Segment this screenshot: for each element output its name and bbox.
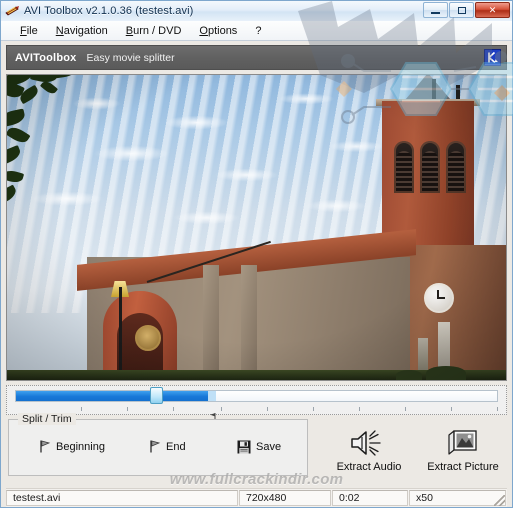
seek-track[interactable] xyxy=(15,390,498,402)
video-preview xyxy=(7,75,506,380)
title-bar: AVI Toolbox v2.1.0.36 (testest.avi) ✕ xyxy=(1,1,512,21)
menu-bar: File Navigation Burn / DVD Options ? xyxy=(1,21,512,41)
menu-item-navigation[interactable]: Navigation xyxy=(47,24,117,38)
close-button[interactable]: ✕ xyxy=(475,2,510,18)
client-area: AVIToolbox Easy movie splitter xyxy=(1,41,512,507)
flag-icon xyxy=(149,440,161,453)
menu-item-options[interactable]: Options xyxy=(190,24,246,38)
header-brand: AVIToolbox xyxy=(15,52,76,64)
beginning-label: Beginning xyxy=(56,441,105,453)
status-bar: testest.avi 720x480 0:02 x50 xyxy=(6,488,507,507)
menu-label-navigation: avigation xyxy=(64,25,108,37)
split-trim-group: Split / Trim Beginning End xyxy=(8,419,308,476)
speaker-icon xyxy=(324,427,414,459)
floppy-disk-icon xyxy=(237,440,251,454)
menu-item-help[interactable]: ? xyxy=(246,24,270,38)
maximize-button[interactable] xyxy=(449,2,474,18)
split-trim-title: Split / Trim xyxy=(18,413,76,425)
menu-label-options: ptions xyxy=(208,25,237,37)
seek-bar-panel xyxy=(6,385,507,415)
window-title: AVI Toolbox v2.1.0.36 (testest.avi) xyxy=(24,5,193,17)
extract-audio-button[interactable]: Extract Audio xyxy=(324,427,414,473)
extract-audio-label: Extract Audio xyxy=(324,461,414,473)
menu-label-burn-dvd: urn / DVD xyxy=(133,25,181,37)
picture-icon xyxy=(418,427,508,459)
seek-selection-tail xyxy=(208,391,215,401)
avi-toolbox-icon xyxy=(5,4,20,18)
header-tagline: Easy movie splitter xyxy=(86,52,174,64)
menu-item-file[interactable]: File xyxy=(11,24,47,38)
save-label: Save xyxy=(256,441,281,453)
status-filename: testest.avi xyxy=(6,490,238,506)
seek-selection-range xyxy=(16,391,208,401)
beginning-button[interactable]: Beginning xyxy=(39,440,105,453)
seek-handle[interactable] xyxy=(150,387,163,404)
extract-picture-button[interactable]: Extract Picture xyxy=(418,427,508,473)
minimize-button[interactable] xyxy=(423,2,448,18)
resize-grip[interactable] xyxy=(494,495,505,506)
video-preview-panel[interactable] xyxy=(6,74,507,381)
application-window: AVI Toolbox v2.1.0.36 (testest.avi) ✕ Fi… xyxy=(0,0,513,508)
extract-picture-label: Extract Picture xyxy=(418,461,508,473)
window-controls: ✕ xyxy=(423,2,510,18)
seek-ticks xyxy=(15,405,498,413)
bottom-controls: Split / Trim Beginning End xyxy=(6,419,507,485)
flag-icon xyxy=(39,440,51,453)
end-label: End xyxy=(166,441,186,453)
app-header-bar: AVIToolbox Easy movie splitter xyxy=(6,45,507,70)
scene-vignette xyxy=(7,75,506,380)
save-button[interactable]: Save xyxy=(237,440,281,454)
menu-item-burn-dvd[interactable]: Burn / DVD xyxy=(117,24,191,38)
status-time: 0:02 xyxy=(332,490,408,506)
status-zoom: x50 xyxy=(409,490,506,506)
end-button[interactable]: End xyxy=(149,440,186,453)
status-resolution: 720x480 xyxy=(239,490,331,506)
end-marker[interactable] xyxy=(209,406,216,412)
blue-k-logo-icon[interactable] xyxy=(484,49,501,66)
menu-label-file: ile xyxy=(27,25,38,37)
begin-marker[interactable] xyxy=(23,406,30,412)
